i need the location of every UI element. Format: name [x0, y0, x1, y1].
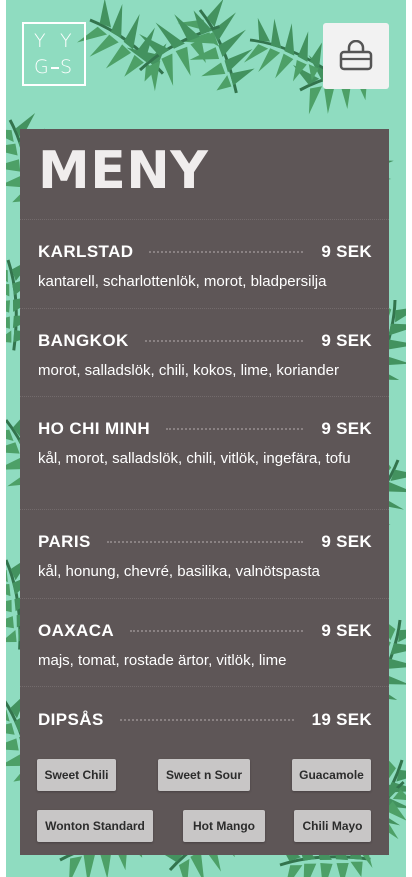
divider [20, 686, 389, 687]
item-name: PARIS [38, 532, 91, 551]
sauce-button-hot-mango[interactable]: Hot Mango [183, 810, 265, 842]
right-edge [406, 0, 412, 877]
dot-leader [149, 251, 304, 253]
item-price: 9 SEK [321, 242, 372, 261]
item-price: 9 SEK [321, 532, 372, 551]
item-description: majs, tomat, rostade ärtor, vitlök, lime [38, 652, 287, 669]
item-name: KARLSTAD [38, 242, 134, 261]
logo-letter: S [60, 56, 73, 78]
item-description: kål, morot, salladslök, chili, vitlök, i… [38, 450, 351, 467]
divider [20, 308, 389, 309]
item-description: kål, honung, chevré, basilika, valnötspa… [38, 563, 320, 580]
item-price: 9 SEK [321, 419, 372, 438]
dot-leader [166, 428, 304, 430]
menu-item-dipsas[interactable]: DIPSÅS 19 SEK [38, 710, 372, 734]
sauce-button-chili-mayo[interactable]: Chili Mayo [294, 810, 371, 842]
dot-leader [106, 541, 304, 543]
logo-letter: G [34, 56, 49, 78]
sauce-button-guacamole[interactable]: Guacamole [292, 759, 371, 791]
menu-panel: MENY KARLSTAD 9 SEK kantarell, scharlott… [20, 129, 389, 855]
sauce-button-sweet-chili[interactable]: Sweet Chili [37, 759, 116, 791]
left-edge [0, 0, 6, 877]
menu-item-oaxaca[interactable]: OAXACA 9 SEK majs, tomat, rostade ärtor,… [38, 621, 372, 673]
item-price: 9 SEK [321, 621, 372, 640]
menu-item-paris[interactable]: PARIS 9 SEK kål, honung, chevré, basilik… [38, 532, 372, 584]
item-price: 9 SEK [321, 331, 372, 350]
item-name: OAXACA [38, 621, 115, 640]
menu-title: MENY [38, 141, 209, 201]
logo[interactable]: Y Y G S [22, 22, 86, 86]
basket-icon [339, 40, 373, 71]
divider [20, 219, 389, 220]
logo-dash [51, 67, 59, 69]
item-description: kantarell, scharlottenlök, morot, bladpe… [38, 273, 327, 290]
item-description: morot, salladslök, chili, kokos, lime, k… [38, 362, 339, 379]
item-name: DIPSÅS [38, 710, 104, 729]
menu-item-karlstad[interactable]: KARLSTAD 9 SEK kantarell, scharlottenlök… [38, 242, 372, 294]
logo-letter: Y [60, 30, 72, 52]
logo-letter: Y [34, 30, 46, 52]
sauce-button-sweet-n-sour[interactable]: Sweet n Sour [158, 759, 250, 791]
divider [20, 396, 389, 397]
menu-item-ho-chi-minh[interactable]: HO CHI MINH 9 SEK kål, morot, salladslök… [38, 419, 372, 471]
divider [20, 509, 389, 510]
item-name: HO CHI MINH [38, 419, 151, 438]
cart-button[interactable] [323, 23, 389, 89]
dot-leader [144, 340, 304, 342]
dot-leader [130, 630, 304, 632]
sauce-button-wonton-standard[interactable]: Wonton Standard [37, 810, 153, 842]
menu-item-bangkok[interactable]: BANGKOK 9 SEK morot, salladslök, chili, … [38, 331, 372, 383]
item-price: 19 SEK [311, 710, 372, 729]
divider [20, 598, 389, 599]
dot-leader [119, 719, 294, 721]
item-name: BANGKOK [38, 331, 129, 350]
